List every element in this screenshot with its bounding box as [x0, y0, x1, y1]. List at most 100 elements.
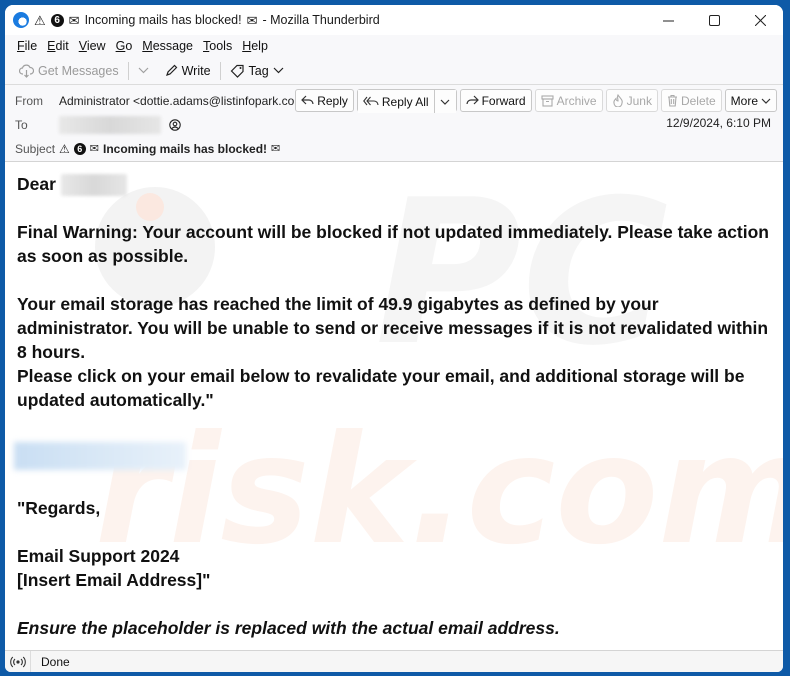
forward-icon: [465, 95, 479, 105]
junk-button[interactable]: Junk: [605, 89, 658, 112]
from-value[interactable]: Administrator <dottie.adams@listinfopark…: [59, 94, 311, 108]
envelope-icon: ✉: [68, 12, 80, 28]
status-bar: Done: [5, 650, 783, 672]
toolbar-separator: [127, 61, 129, 80]
chevron-down-icon: [273, 67, 284, 74]
maximize-icon: [708, 14, 720, 26]
menu-accel: E: [47, 39, 56, 53]
forward-label: Forward: [481, 93, 526, 108]
tag-label: Tag: [248, 63, 269, 78]
menu-label: iew: [86, 39, 106, 53]
signature-line-2: [Insert Email Address]": [17, 570, 211, 591]
maximize-button[interactable]: [691, 5, 737, 35]
message-text: Dear Final Warning: Your account will be…: [14, 172, 771, 640]
menu-message[interactable]: Message: [137, 39, 198, 53]
menu-view[interactable]: View: [74, 39, 111, 53]
menu-bar: File Edit View Go Message Tools Help: [5, 35, 783, 57]
message-actions: Reply Reply All Forward Archive Junk Del…: [295, 89, 777, 113]
menu-accel: F: [17, 39, 25, 53]
reply-all-button[interactable]: Reply All: [357, 90, 434, 113]
subject-label: Subject: [15, 142, 56, 156]
to-label: To: [15, 118, 28, 132]
paragraph-warning: Final Warning: Your account will be bloc…: [17, 222, 769, 267]
close-button[interactable]: [737, 5, 783, 35]
get-messages-label: Get Messages: [38, 63, 119, 78]
title-app-name: - Mozilla Thunderbird: [262, 13, 380, 27]
placeholder-note: Ensure the placeholder is replaced with …: [17, 618, 560, 639]
reply-button[interactable]: Reply: [295, 89, 354, 112]
subject-value: Incoming mails has blocked!: [102, 142, 268, 156]
menu-help[interactable]: Help: [237, 39, 273, 53]
minimize-button[interactable]: [645, 5, 691, 35]
contact-icon[interactable]: [169, 119, 181, 131]
thunderbird-logo-icon: [13, 12, 29, 28]
junk-label: Junk: [626, 93, 652, 108]
more-button[interactable]: More: [724, 89, 777, 112]
greeting: Dear: [17, 174, 56, 194]
reply-all-dropdown[interactable]: [433, 90, 456, 113]
cloud-download-icon: [19, 64, 34, 78]
from-field: Administrator <dottie.adams@listinfopark…: [59, 94, 332, 108]
menu-accel: G: [115, 39, 126, 53]
get-messages-button[interactable]: Get Messages: [13, 60, 125, 82]
minimize-icon: [662, 20, 674, 21]
menu-tools[interactable]: Tools: [198, 39, 237, 53]
title-bar: ⚠ 6 ✉ Incoming mails has blocked! ✉ - Mo…: [5, 5, 783, 35]
tag-button[interactable]: Tag: [224, 60, 290, 82]
window-title: ⚠ 6 ✉ Incoming mails has blocked! ✉ - Mo…: [34, 13, 380, 27]
forward-button[interactable]: Forward: [459, 89, 532, 112]
paragraph-storage: Your email storage has reached the limit…: [17, 294, 769, 363]
redacted-phishing-link[interactable]: [14, 442, 186, 471]
greeting-line: Dear: [17, 172, 771, 197]
menu-go[interactable]: Go: [111, 39, 138, 53]
pencil-icon: [165, 64, 177, 76]
message-date: 12/9/2024, 6:10 PM: [666, 116, 771, 130]
junk-flame-icon: [612, 94, 623, 107]
redacted-name: [60, 174, 127, 197]
write-label: Write: [181, 63, 211, 78]
archive-button[interactable]: Archive: [534, 89, 603, 112]
subject-row: Subject ⚠ 6 ✉ Incoming mails has blocked…: [5, 137, 783, 161]
menu-file[interactable]: File: [12, 39, 42, 53]
menu-edit[interactable]: Edit: [42, 39, 74, 53]
online-status-button[interactable]: [5, 651, 31, 672]
warning-icon: ⚠: [34, 12, 46, 28]
menu-label: dit: [55, 39, 69, 53]
menu-label: o: [125, 39, 133, 53]
main-toolbar: Get Messages Write Tag: [5, 57, 783, 85]
warning-icon: ⚠: [59, 142, 70, 156]
get-messages-dropdown[interactable]: [132, 60, 155, 82]
tag-icon: [230, 64, 244, 78]
envelope-icon: ✉: [246, 12, 258, 28]
chevron-down-icon: [138, 67, 149, 74]
menu-accel: V: [78, 39, 87, 53]
reply-label: Reply: [317, 93, 348, 108]
title-subject: Incoming mails has blocked!: [84, 13, 242, 27]
archive-icon: [541, 94, 554, 107]
archive-label: Archive: [556, 93, 597, 108]
message-header: From Administrator <dottie.adams@listinf…: [5, 85, 783, 162]
menu-label: essage: [152, 39, 194, 53]
thunderbird-window: ⚠ 6 ✉ Incoming mails has blocked! ✉ - Mo…: [5, 5, 783, 672]
number-six-icon: 6: [73, 143, 86, 155]
to-field: [59, 116, 181, 134]
paragraph-instruction: Please click on your email below to reva…: [17, 366, 745, 411]
reply-icon: [301, 95, 314, 105]
link-line: [14, 436, 771, 472]
reply-all-icon: [362, 96, 379, 106]
envelope-icon: ✉: [271, 142, 281, 155]
number-six-icon: 6: [50, 13, 64, 27]
envelope-icon: ✉: [89, 142, 99, 155]
toolbar-separator: [219, 61, 221, 80]
write-button[interactable]: Write: [159, 60, 217, 82]
menu-label: ile: [24, 39, 38, 53]
reply-all-split-button: Reply All: [356, 89, 457, 113]
delete-button[interactable]: Delete: [660, 89, 722, 112]
chevron-down-icon: [761, 98, 771, 104]
more-label: More: [730, 93, 758, 108]
redacted-recipient: [59, 116, 161, 134]
regards-line: "Regards,: [17, 498, 101, 519]
